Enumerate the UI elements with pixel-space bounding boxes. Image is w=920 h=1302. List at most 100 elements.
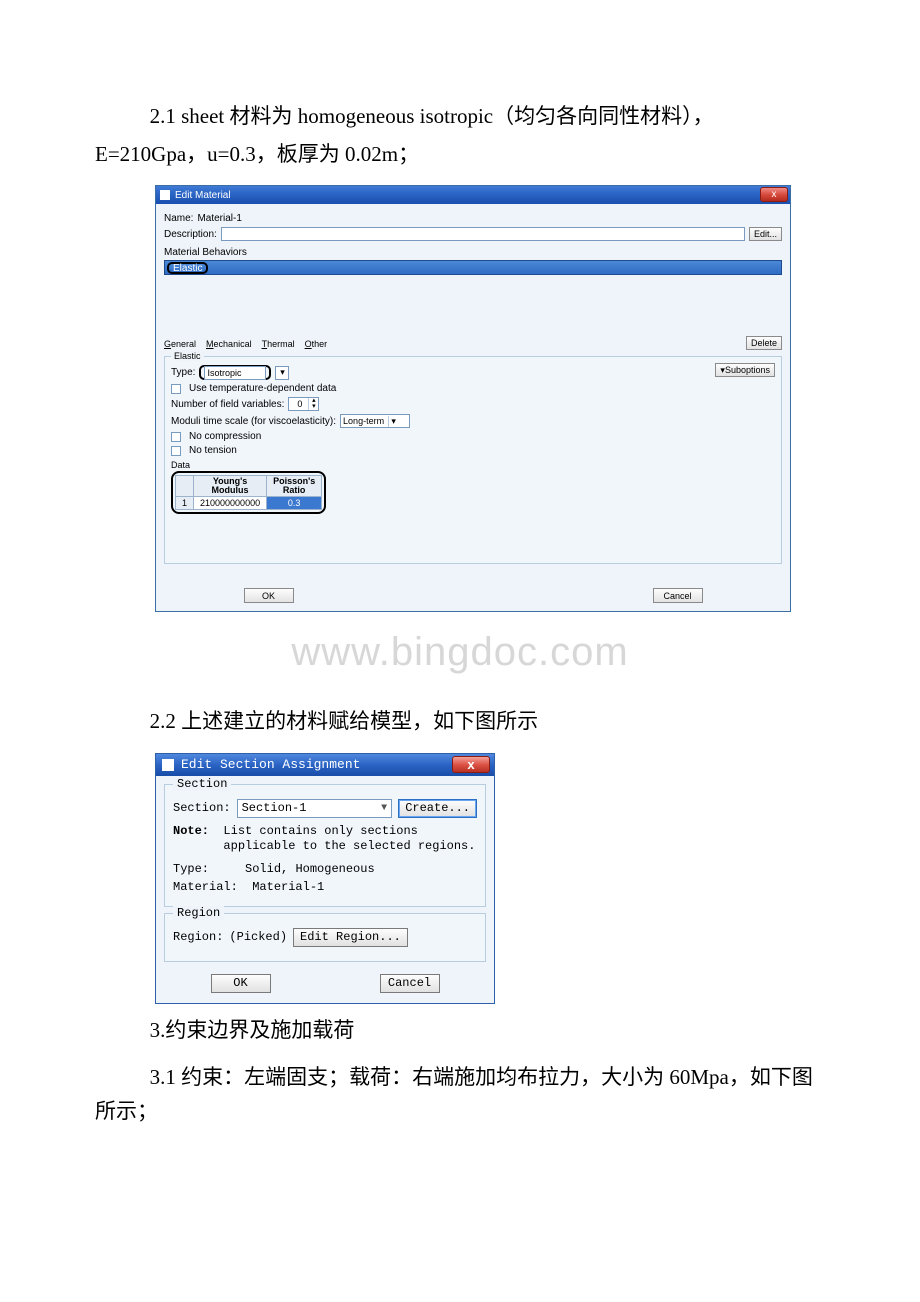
text: 3.1 约束：左端固支；载荷：右端施加均布拉力，大小为 60Mpa，如下图所示；	[95, 1065, 813, 1123]
tab-general[interactable]: General	[164, 339, 196, 349]
type-row: Type: Solid, Homogeneous	[173, 862, 477, 876]
tab-mechanical[interactable]: Mechanical	[206, 339, 252, 349]
dialog-title: Edit Material	[175, 190, 231, 201]
no-tension-label: No tension	[189, 445, 237, 456]
titlebar[interactable]: Edit Material x	[156, 186, 790, 204]
data-table[interactable]: Young'sModulus Poisson'sRatio 1 21000000…	[175, 475, 322, 510]
table-corner	[176, 476, 194, 497]
type-label: Type:	[173, 862, 209, 876]
elastic-highlight: Elastic	[167, 262, 208, 274]
section-value: Section-1	[242, 801, 307, 815]
create-button[interactable]: Create...	[398, 799, 477, 818]
text: 3.约束边界及施加载荷	[150, 1018, 355, 1042]
type-value: Isotropic	[207, 368, 241, 378]
no-compression-label: No compression	[189, 431, 261, 442]
region-fieldset: Region Region: (Picked) Edit Region...	[164, 913, 486, 962]
ok-button[interactable]: OK	[211, 974, 271, 993]
data-label: Data	[171, 460, 775, 470]
paragraph-3: 3.约束边界及施加载荷	[95, 1014, 825, 1048]
chevron-down-icon: ▾	[388, 416, 398, 427]
elastic-panel: Elastic ▾ Suboptions Type: Isotropic ▾	[164, 356, 782, 564]
description-input[interactable]	[221, 227, 745, 241]
dialog-title: Edit Section Assignment	[181, 757, 360, 772]
app-icon	[160, 190, 170, 200]
region-value: (Picked)	[229, 930, 287, 944]
no-tension-row[interactable]: No tension	[171, 445, 775, 456]
section-label: Section:	[173, 801, 231, 815]
moduli-combo[interactable]: Long-term ▾	[340, 414, 410, 428]
row-index: 1	[176, 497, 194, 510]
edit-material-dialog: Edit Material x Name: Material-1 Descrip…	[155, 185, 791, 612]
young-modulus-cell[interactable]: 210000000000	[194, 497, 267, 510]
section-combo[interactable]: Section-1 ▼	[237, 799, 393, 818]
text: 2.2 上述建立的材料赋给模型，如下图所示	[150, 709, 539, 733]
section-legend: Section	[173, 777, 231, 791]
type-combo[interactable]: Isotropic	[204, 366, 266, 380]
cancel-button[interactable]: Cancel	[380, 974, 440, 993]
data-table-highlight: Young'sModulus Poisson'sRatio 1 21000000…	[171, 471, 326, 514]
table-row[interactable]: 1 210000000000 0.3	[176, 497, 322, 510]
elastic-panel-title: Elastic	[171, 351, 204, 361]
type-dropdown-arrow[interactable]: ▾	[275, 366, 289, 380]
name-label: Name:	[164, 213, 193, 224]
checkbox-tempdep[interactable]	[171, 384, 181, 394]
checkbox-no-compression[interactable]	[171, 432, 181, 442]
edit-region-button[interactable]: Edit Region...	[293, 928, 408, 947]
type-highlight: Isotropic	[199, 365, 271, 380]
type-label: Type:	[171, 367, 195, 378]
text: 2.1 sheet 材料为 homogeneous isotropic（均匀各向…	[150, 104, 714, 128]
no-compression-row[interactable]: No compression	[171, 431, 775, 442]
moduli-label: Moduli time scale (for viscoelasticity):	[171, 416, 336, 427]
col-poisson: Poisson'sRatio	[267, 476, 322, 497]
text: E=210Gpa，u=0.3，板厚为 0.02m；	[95, 142, 419, 166]
material-label: Material:	[173, 880, 238, 894]
region-label: Region:	[173, 930, 223, 944]
ok-button[interactable]: OK	[244, 588, 294, 603]
material-behavior-item[interactable]: Elastic	[164, 260, 782, 275]
material-behaviors-label: Material Behaviors	[164, 247, 782, 258]
moduli-value: Long-term	[343, 416, 384, 426]
delete-button[interactable]: Delete	[746, 336, 782, 350]
moduli-row: Moduli time scale (for viscoelasticity):…	[171, 414, 775, 428]
nfield-label: Number of field variables:	[171, 399, 284, 410]
suboptions-button[interactable]: ▾ Suboptions	[715, 363, 775, 377]
dialog-footer: OK Cancel	[164, 564, 782, 603]
type-value: Solid, Homogeneous	[245, 862, 375, 876]
tempdep-row[interactable]: Use temperature-dependent data	[171, 383, 775, 394]
section-fieldset: Section Section: Section-1 ▼ Create... N…	[164, 784, 486, 907]
section-row: Section: Section-1 ▼ Create...	[173, 799, 477, 818]
elastic-text: Elastic	[173, 263, 202, 274]
titlebar[interactable]: Edit Section Assignment x	[156, 754, 494, 776]
type-row: Type: Isotropic ▾	[171, 365, 775, 380]
close-icon[interactable]: x	[452, 756, 490, 773]
description-row: Description: Edit...	[164, 227, 782, 241]
region-row: Region: (Picked) Edit Region...	[173, 928, 477, 947]
dialog-footer: OK Cancel	[156, 968, 494, 1003]
cancel-button[interactable]: Cancel	[653, 588, 703, 603]
description-label: Description:	[164, 229, 217, 240]
material-row: Material: Material-1	[173, 880, 477, 894]
nfield-value: 0	[289, 399, 308, 409]
chevron-down-icon: ▼	[381, 803, 387, 814]
edit-button[interactable]: Edit...	[749, 227, 782, 241]
paragraph-3-1: 3.1 约束：左端固支；载荷：右端施加均布拉力，大小为 60Mpa，如下图所示；	[95, 1061, 825, 1128]
region-legend: Region	[173, 906, 224, 920]
paragraph-2-1-line1: 2.1 sheet 材料为 homogeneous isotropic（均匀各向…	[95, 100, 825, 134]
edit-section-assignment-dialog: Edit Section Assignment x Section Sectio…	[155, 753, 495, 1004]
poisson-ratio-cell[interactable]: 0.3	[267, 497, 322, 510]
spinner-arrows-icon[interactable]: ▴▾	[308, 398, 318, 410]
paragraph-2-2: 2.2 上述建立的材料赋给模型，如下图所示	[95, 705, 825, 739]
close-icon[interactable]: x	[760, 187, 788, 202]
chevron-down-icon: ▾	[280, 367, 285, 378]
tab-thermal[interactable]: Thermal	[262, 339, 295, 349]
name-value: Material-1	[197, 213, 241, 224]
nfield-spinner[interactable]: 0 ▴▾	[288, 397, 319, 411]
tab-other[interactable]: Other	[305, 339, 328, 349]
note-bold: Note:	[173, 824, 209, 838]
name-row: Name: Material-1	[164, 213, 782, 224]
watermark: www.bingdoc.com	[95, 630, 825, 675]
note-text: Note: List contains only sections applic…	[173, 824, 477, 854]
paragraph-2-1-line2: E=210Gpa，u=0.3，板厚为 0.02m；	[95, 138, 825, 172]
checkbox-no-tension[interactable]	[171, 446, 181, 456]
col-young: Young'sModulus	[194, 476, 267, 497]
